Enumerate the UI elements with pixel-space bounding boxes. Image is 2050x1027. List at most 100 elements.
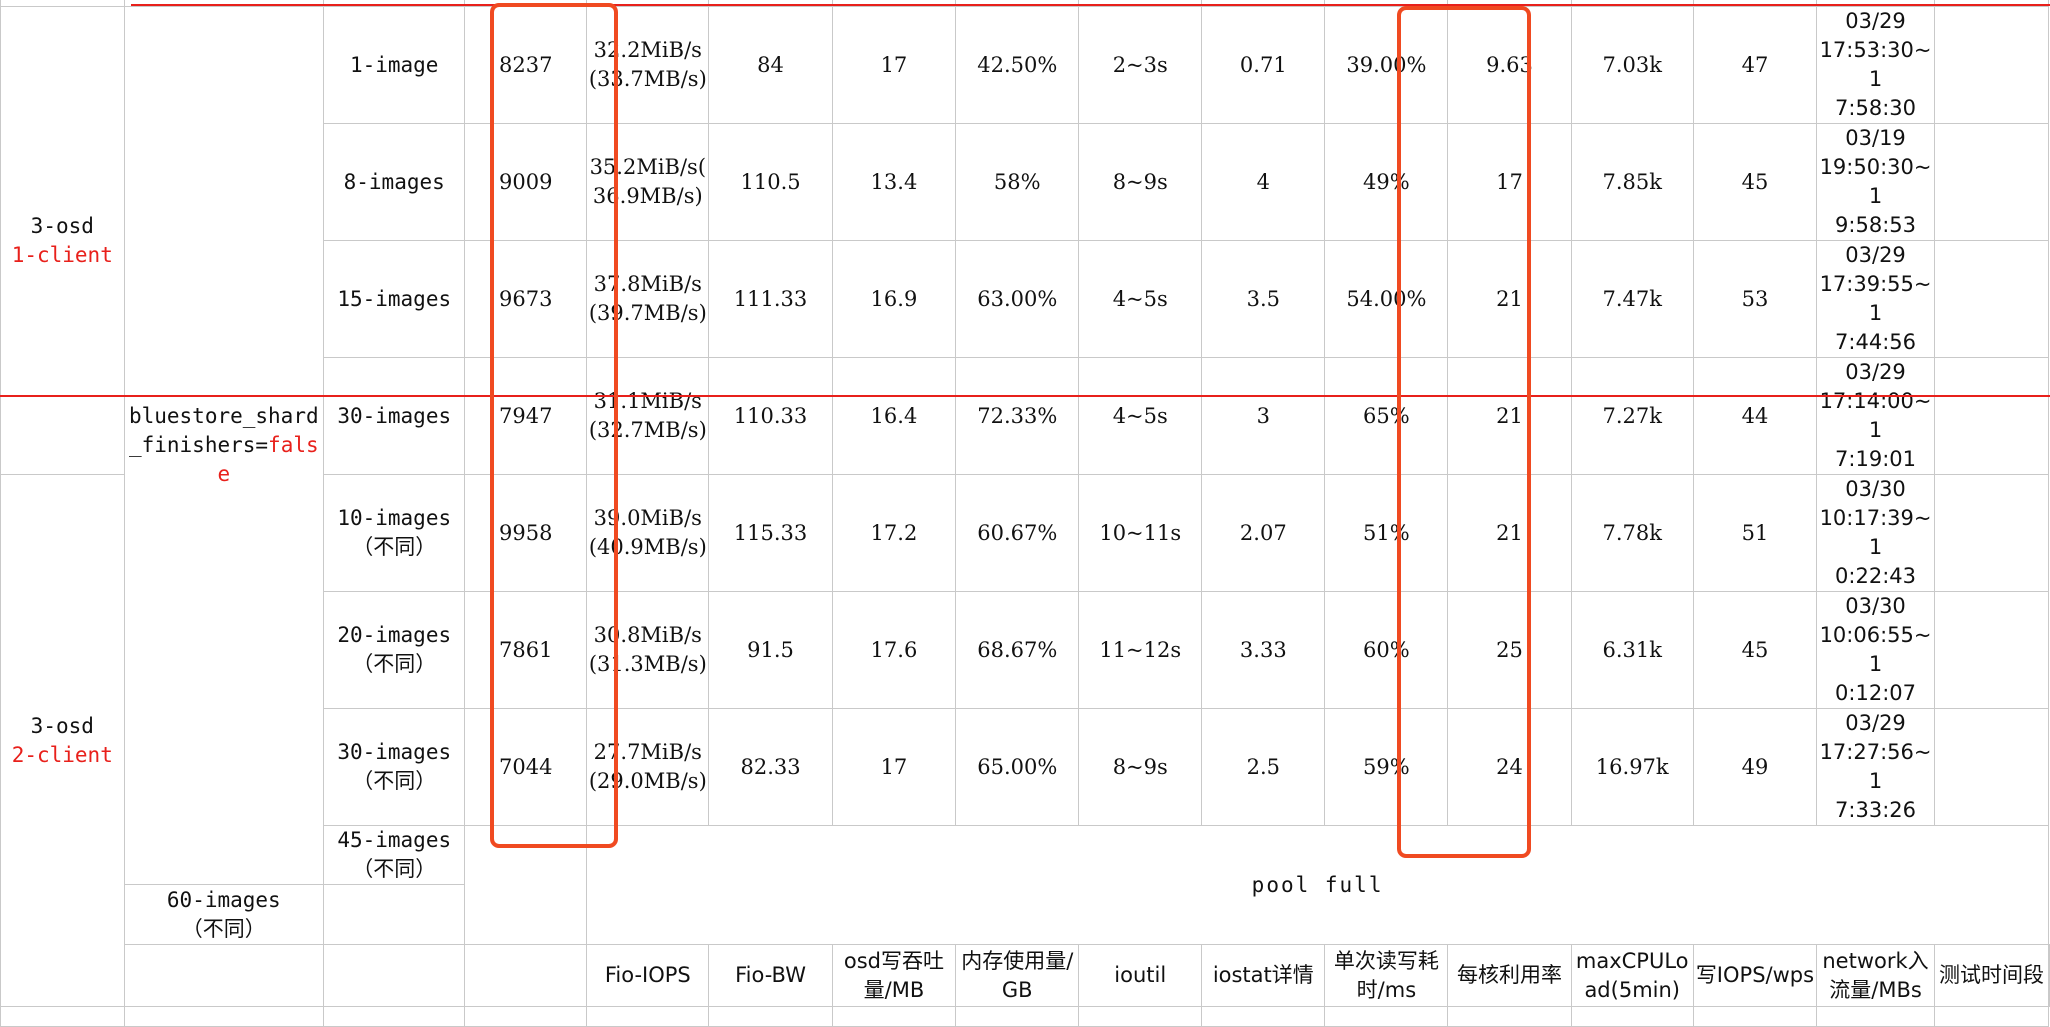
osd-throughput-value: 110.33 — [708, 357, 833, 475]
empty-cell — [1934, 357, 2049, 475]
group-2-label: 3-osd 2-client — [0, 474, 125, 1007]
header-test-time: 测试时间段 — [1934, 944, 2049, 1007]
header-cpu-load: maxCPULoad(5min) — [1570, 944, 1694, 1007]
latency-value: 3.5 — [1201, 240, 1326, 358]
header-network: network入流量/MBs — [1816, 944, 1936, 1007]
write-iops-value: 16.97k — [1570, 708, 1694, 826]
osd-throughput-value: 111.33 — [708, 240, 833, 358]
empty-cell — [1934, 708, 2049, 826]
ioutil-value: 63.00% — [955, 240, 1080, 358]
header-memory: 内存使用量/GB — [955, 944, 1080, 1007]
memory-value: 16.4 — [831, 357, 957, 475]
empty-cell — [323, 944, 466, 1007]
image-count-cell: 10-images （不同） — [323, 474, 466, 592]
write-iops-value: 7.27k — [1570, 357, 1694, 475]
latency-value: 4 — [1201, 123, 1326, 241]
osd-throughput-value: 110.5 — [708, 123, 833, 241]
memory-value: 17 — [831, 708, 957, 826]
test-time-value: 03/30 10:06:55~1 0:12:07 — [1816, 591, 1936, 709]
network-value: 49 — [1692, 708, 1818, 826]
write-iops-value: 7.78k — [1570, 474, 1694, 592]
empty-cell — [464, 944, 588, 1007]
image-count-cell: 60-images （不同） — [123, 884, 325, 945]
test-time-value: 03/29 17:39:55~1 7:44:56 — [1816, 240, 1936, 358]
ioutil-value: 68.67% — [955, 591, 1080, 709]
latency-value: 2.07 — [1201, 474, 1326, 592]
header-fio-iops: Fio-IOPS — [586, 944, 710, 1007]
red-separator-top — [131, 4, 2050, 6]
header-fio-bw: Fio-BW — [708, 944, 833, 1007]
ioutil-value: 72.33% — [955, 357, 1080, 475]
write-iops-value: 6.31k — [1570, 591, 1694, 709]
ioutil-value: 42.50% — [955, 6, 1080, 124]
header-ioutil: ioutil — [1078, 944, 1203, 1007]
latency-value: 3 — [1201, 357, 1326, 475]
empty-cell — [2048, 944, 2050, 1007]
config-cell: bluestore_shard_finishers=false — [123, 6, 325, 885]
osd-throughput-value: 84 — [708, 6, 833, 124]
image-count-cell: 45-images （不同） — [323, 825, 466, 885]
latency-value: 2.5 — [1201, 708, 1326, 826]
iostat-value: 11~12s — [1078, 591, 1203, 709]
empty-cell — [1934, 591, 2049, 709]
core-util-column-highlight — [1397, 6, 1531, 858]
network-value: 45 — [1692, 591, 1818, 709]
memory-value: 17.2 — [831, 474, 957, 592]
iops-column-highlight — [490, 3, 618, 848]
iostat-value: 4~5s — [1078, 240, 1203, 358]
results-table: 3-osd 1-client bluestore_shard_finishers=… — [0, 0, 2050, 1027]
test-time-value: 03/19 19:50:30~1 9:58:53 — [1816, 123, 1936, 241]
memory-value: 13.4 — [831, 123, 957, 241]
network-value: 47 — [1692, 6, 1818, 124]
iostat-value: 8~9s — [1078, 708, 1203, 826]
network-value: 44 — [1692, 357, 1818, 475]
test-time-value: 03/29 17:14:00~1 7:19:01 — [1816, 357, 1936, 475]
group-1-label: 3-osd 1-client — [0, 6, 125, 475]
image-count-cell: 15-images — [323, 240, 466, 358]
iostat-value: 2~3s — [1078, 6, 1203, 124]
ioutil-value: 58% — [955, 123, 1080, 241]
osd-throughput-value: 82.33 — [708, 708, 833, 826]
ioutil-value: 65.00% — [955, 708, 1080, 826]
header-latency: 单次读写耗时/ms — [1324, 944, 1449, 1007]
empty-cell — [1934, 6, 2049, 124]
test-time-value: 03/29 17:27:56~1 7:33:26 — [1816, 708, 1936, 826]
network-value: 53 — [1692, 240, 1818, 358]
write-iops-value: 7.03k — [1570, 6, 1694, 124]
latency-value: 3.33 — [1201, 591, 1326, 709]
header-osd-throughput: osd写吞吐量/MB — [831, 944, 957, 1007]
table-bottom-row — [0, 1006, 2050, 1027]
empty-cell — [1934, 123, 2049, 241]
empty-cell — [1934, 474, 2049, 592]
table-row: 3-osd 1-client bluestore_shard_finishers=… — [0, 6, 2050, 885]
write-iops-value: 7.85k — [1570, 123, 1694, 241]
empty-cell — [1934, 240, 2049, 358]
header-core-util: 每核利用率 — [1447, 944, 1572, 1007]
empty-cell — [123, 944, 325, 1007]
ioutil-value: 60.67% — [955, 474, 1080, 592]
iostat-value: 10~11s — [1078, 474, 1203, 592]
memory-value: 17 — [831, 6, 957, 124]
header-write-iops: 写IOPS/wps — [1692, 944, 1818, 1007]
red-separator-middle — [0, 395, 2050, 397]
image-count-cell: 30-images — [323, 357, 466, 475]
image-count-cell: 20-images （不同） — [323, 591, 466, 709]
header-iostat: iostat详情 — [1201, 944, 1326, 1007]
network-value: 45 — [1692, 123, 1818, 241]
latency-value: 0.71 — [1201, 6, 1326, 124]
iostat-value: 4~5s — [1078, 357, 1203, 475]
image-count-cell: 8-images — [323, 123, 466, 241]
test-time-value: 03/30 10:17:39~1 0:22:43 — [1816, 474, 1936, 592]
test-time-value: 03/29 17:53:30~1 7:58:30 — [1816, 6, 1936, 124]
osd-throughput-value: 91.5 — [708, 591, 833, 709]
iostat-value: 8~9s — [1078, 123, 1203, 241]
pool-full-note: pool full — [586, 825, 2049, 945]
image-count-cell: 30-images （不同） — [323, 708, 466, 826]
write-iops-value: 7.47k — [1570, 240, 1694, 358]
memory-value: 17.6 — [831, 591, 957, 709]
network-value: 51 — [1692, 474, 1818, 592]
memory-value: 16.9 — [831, 240, 957, 358]
osd-throughput-value: 115.33 — [708, 474, 833, 592]
header-row: Fio-IOPS Fio-BW osd写吞吐量/MB 内存使用量/GB iout… — [1, 944, 2050, 1007]
image-count-cell: 1-image — [323, 6, 466, 124]
